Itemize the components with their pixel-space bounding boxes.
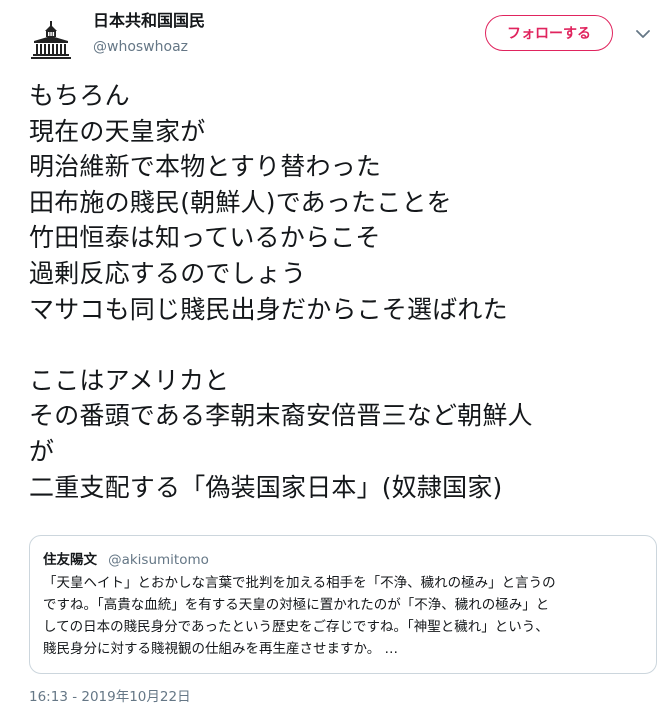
parliament-building-icon: [31, 21, 71, 59]
avatar[interactable]: [21, 9, 81, 69]
author-block[interactable]: 日本共和国国民 @whoswhoaz: [93, 11, 205, 56]
author-display-name: 日本共和国国民: [93, 11, 206, 30]
quoted-tweet-text: 「天皇ヘイト」とおかしな言葉で批判を加える相手を「不浄、穢れの極み」と言うの で…: [43, 575, 556, 657]
tweet-menu-button[interactable]: [633, 26, 653, 42]
quoted-author-handle: @akisumitomo: [108, 552, 209, 568]
author-handle: @whoswhoaz: [93, 39, 188, 55]
quoted-author-display-name: 住友陽文: [43, 552, 97, 568]
tweet-timestamp[interactable]: 16:13 - 2019年10月22日: [29, 685, 191, 705]
tweet: 日本共和国国民 @whoswhoaz フォローする もちろん 現在の天皇家が 明…: [0, 0, 663, 713]
quoted-tweet[interactable]: 住友陽文 @akisumitomo 「天皇ヘイト」とおかしな言葉で批判を加える相…: [29, 535, 657, 674]
tweet-text: もちろん 現在の天皇家が 明治維新で本物とすり替わった 田布施の賤民(朝鮮人)で…: [29, 81, 533, 502]
follow-button[interactable]: フォローする: [485, 15, 613, 51]
chevron-down-icon: [636, 29, 650, 38]
quoted-tweet-header: 住友陽文 @akisumitomo: [43, 548, 209, 568]
